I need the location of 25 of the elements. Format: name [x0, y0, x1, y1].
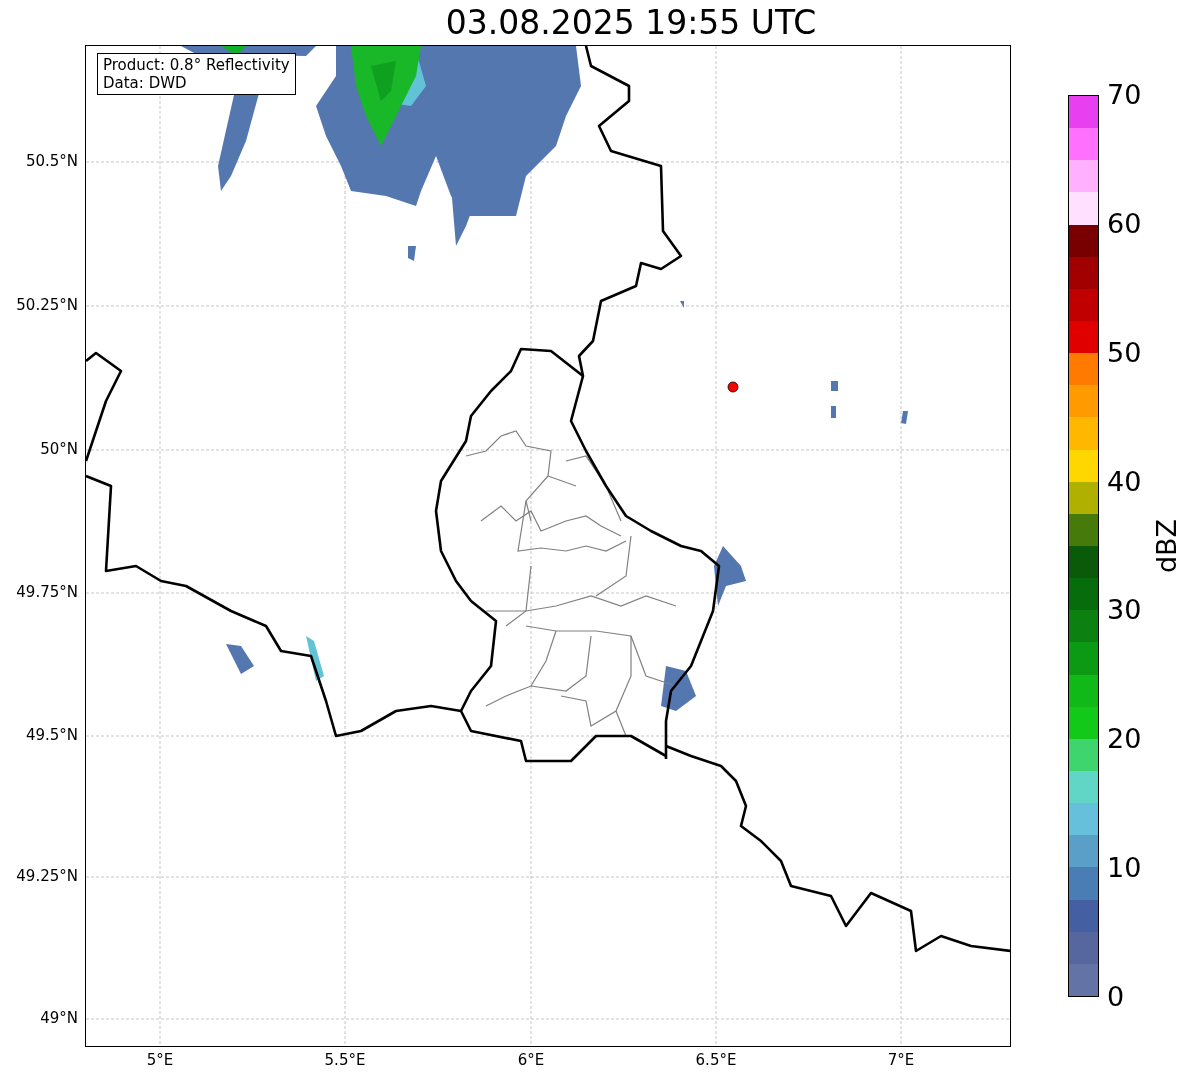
latitude-label: 49.75°N — [16, 583, 78, 601]
colorbar-tick-label: 30 — [1107, 595, 1142, 626]
colorbar-tick-label: 60 — [1107, 208, 1142, 239]
colorbar-tick-label: 50 — [1107, 337, 1142, 368]
colorbar-tick-label: 0 — [1107, 982, 1125, 1012]
colorbar-tick-label: 70 — [1107, 80, 1142, 110]
latitude-label: 50.5°N — [25, 152, 78, 170]
info-text: Data: DWD — [103, 74, 188, 92]
longitude-label: 5°E — [145, 1051, 175, 1069]
latitude-label: 49.5°N — [25, 726, 78, 744]
colorbar-tick-label: 10 — [1107, 853, 1142, 884]
longitude-label: 7°E — [886, 1051, 916, 1069]
colorbar-tick-label: 20 — [1107, 724, 1142, 755]
latitude-label: 50°N — [40, 440, 78, 458]
colorbar-tick-label: 40 — [1107, 466, 1142, 497]
latitude-label: 49°N — [40, 1009, 78, 1027]
colorbar-label: dBZ — [1152, 518, 1182, 574]
latitude-label: 49.25°N — [16, 867, 78, 885]
info-text: Product: 0.8° Reflectivity — [103, 56, 290, 74]
chart-title: 03.08.2025 19:55 UTC — [445, 2, 817, 44]
longitude-label: 6.5°E — [694, 1051, 738, 1069]
longitude-label: 5.5°E — [323, 1051, 367, 1069]
latitude-label: 50.25°N — [16, 296, 78, 314]
radar-site-marker — [727, 381, 739, 393]
longitude-label: 6°E — [516, 1051, 546, 1069]
